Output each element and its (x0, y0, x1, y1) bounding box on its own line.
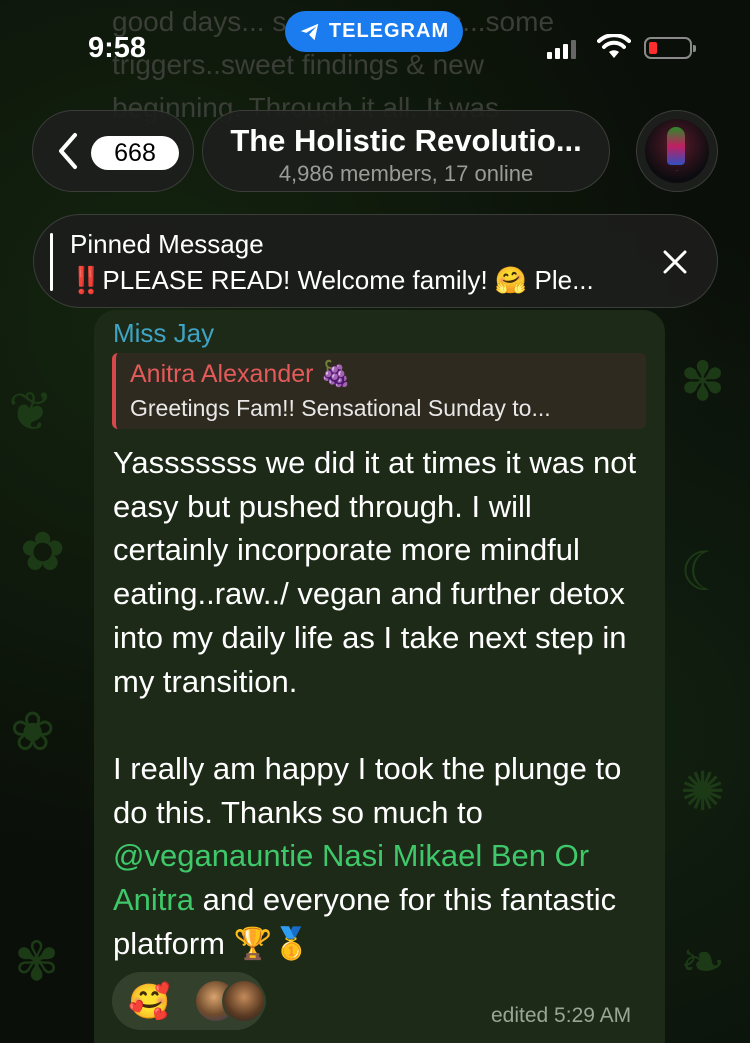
leaf-doodle-icon: ❦ (8, 380, 54, 443)
chat-title: The Holistic Revolutio... (230, 123, 582, 158)
mention-link[interactable]: @veganauntie (113, 838, 313, 873)
app-pill-label: TELEGRAM (328, 20, 450, 42)
back-button[interactable]: 668 (32, 110, 194, 192)
group-avatar-image: · (645, 119, 709, 183)
smiling-hearts-emoji: 🥰 (128, 983, 171, 1021)
message-body-part: Yasssssss we did it at times it was not … (113, 445, 637, 830)
group-avatar[interactable]: · (636, 110, 718, 192)
paper-plane-icon (300, 23, 319, 40)
chat-title-button[interactable]: The Holistic Revolutio... 4,986 members,… (202, 110, 610, 192)
double-exclamation-icon: ‼️ (70, 265, 103, 295)
pinned-label: Pinned Message (70, 229, 264, 259)
cellular-signal-icon (547, 40, 576, 59)
mention-link[interactable]: Nasi Mikael Ben Or (322, 838, 589, 873)
ladybug-doodle-icon: ✺ (680, 760, 726, 823)
reactor-avatar (222, 979, 266, 1023)
pinned-message-bar[interactable]: Pinned Message ‼️PLEASE READ! Welcome fa… (33, 214, 718, 308)
pinned-text: ‼️PLEASE READ! Welcome family! 🤗 Ple... (70, 265, 594, 296)
flower-doodle-icon: ✽ (680, 350, 726, 413)
battery-icon (644, 37, 696, 59)
message-bubble[interactable]: Miss Jay Anitra Alexander 🍇 Greetings Fa… (94, 310, 665, 1043)
mention-link[interactable]: Anitra (113, 882, 194, 917)
pinned-text-content: PLEASE READ! Welcome family! 🤗 Ple... (102, 265, 594, 295)
message-timestamp: edited 5:29 AM (491, 1004, 632, 1027)
unread-count-badge: 668 (91, 136, 179, 170)
cherry-doodle-icon: ❀ (10, 700, 56, 763)
message-text: Yasssssss we did it at times it was not … (113, 441, 653, 965)
status-time: 9:58 (88, 32, 147, 64)
close-icon[interactable] (662, 249, 688, 275)
wifi-icon (597, 34, 631, 58)
pinned-indicator (50, 233, 53, 291)
reaction-chip[interactable]: 🥰 (112, 972, 266, 1030)
message-body-gap (313, 838, 322, 873)
sender-name[interactable]: Miss Jay (113, 318, 214, 349)
leaf-doodle-icon: ❧ (680, 930, 726, 993)
telegram-app-pill[interactable]: TELEGRAM (285, 11, 463, 52)
moon-doodle-icon: ☾ (680, 540, 729, 603)
reply-text: Greetings Fam!! Sensational Sunday to... (130, 395, 551, 421)
chevron-left-icon (59, 133, 77, 169)
reply-preview[interactable]: Anitra Alexander 🍇 Greetings Fam!! Sensa… (112, 353, 646, 429)
bird-doodle-icon: ✾ (14, 930, 60, 993)
chat-subtitle: 4,986 members, 17 online (278, 161, 534, 186)
battery-level (649, 42, 657, 54)
reply-author: Anitra Alexander 🍇 (130, 360, 352, 388)
flower-doodle-icon: ✿ (20, 520, 66, 583)
